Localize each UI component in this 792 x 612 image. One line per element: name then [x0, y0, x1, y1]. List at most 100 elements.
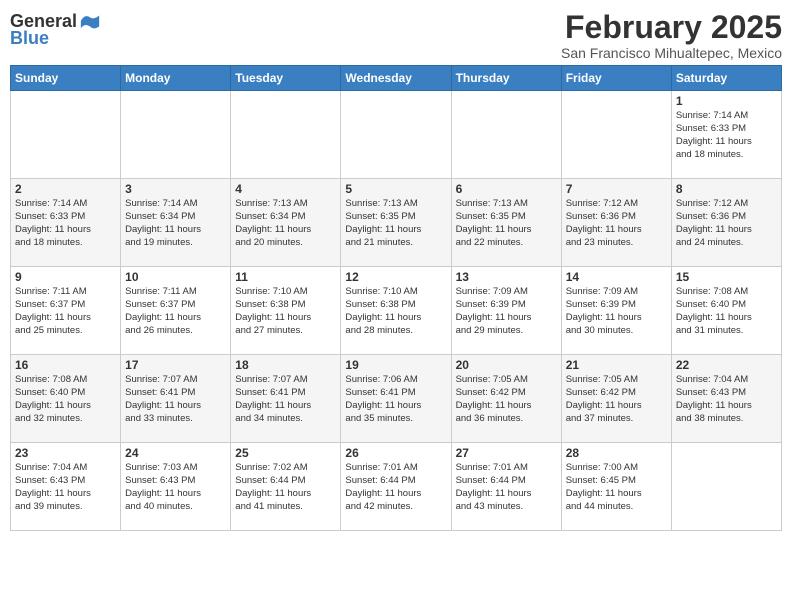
calendar-cell: 28 Sunrise: 7:00 AM Sunset: 6:45 PM Dayli…: [561, 443, 671, 531]
calendar-cell: 5 Sunrise: 7:13 AM Sunset: 6:35 PM Daylig…: [341, 179, 451, 267]
day-info: Sunrise: 7:00 AM Sunset: 6:45 PM Dayligh…: [566, 462, 667, 513]
day-info: Sunrise: 7:10 AM Sunset: 6:38 PM Dayligh…: [235, 286, 336, 337]
logo: General Blue: [10, 10, 101, 49]
day-info: Sunrise: 7:01 AM Sunset: 6:44 PM Dayligh…: [345, 462, 446, 513]
calendar-cell: 2Sunrise: 7:14 AM Sunset: 6:33 PM Daylig…: [11, 179, 121, 267]
day-number: 2: [15, 182, 116, 196]
calendar-cell: 14 Sunrise: 7:09 AM Sunset: 6:39 PM Dayli…: [561, 267, 671, 355]
calendar-cell: 7 Sunrise: 7:12 AM Sunset: 6:36 PM Daylig…: [561, 179, 671, 267]
day-info: Sunrise: 7:11 AM Sunset: 6:37 PM Dayligh…: [15, 286, 116, 337]
day-number: 20: [456, 358, 557, 372]
calendar-cell: 20Sunrise: 7:05 AM Sunset: 6:42 PM Dayli…: [451, 355, 561, 443]
day-number: 28: [566, 446, 667, 460]
day-info: Sunrise: 7:13 AM Sunset: 6:34 PM Dayligh…: [235, 198, 336, 249]
calendar-week-3: 9 Sunrise: 7:11 AM Sunset: 6:37 PM Daylig…: [11, 267, 782, 355]
calendar-cell: [561, 91, 671, 179]
calendar-cell: 4 Sunrise: 7:13 AM Sunset: 6:34 PM Daylig…: [231, 179, 341, 267]
calendar-cell: 8 Sunrise: 7:12 AM Sunset: 6:36 PM Daylig…: [671, 179, 781, 267]
calendar-cell: [341, 91, 451, 179]
calendar-cell: 21 Sunrise: 7:05 AM Sunset: 6:42 PM Dayli…: [561, 355, 671, 443]
calendar-week-2: 2Sunrise: 7:14 AM Sunset: 6:33 PM Daylig…: [11, 179, 782, 267]
day-number: 6: [456, 182, 557, 196]
day-number: 7: [566, 182, 667, 196]
calendar-cell: [451, 91, 561, 179]
calendar-cell: 1 Sunrise: 7:14 AM Sunset: 6:33 PM Daylig…: [671, 91, 781, 179]
calendar-cell: 26 Sunrise: 7:01 AM Sunset: 6:44 PM Dayli…: [341, 443, 451, 531]
calendar-cell: 22 Sunrise: 7:04 AM Sunset: 6:43 PM Dayli…: [671, 355, 781, 443]
day-number: 14: [566, 270, 667, 284]
day-number: 9: [15, 270, 116, 284]
day-info: Sunrise: 7:03 AM Sunset: 6:43 PM Dayligh…: [125, 462, 226, 513]
day-number: 21: [566, 358, 667, 372]
calendar-cell: [231, 91, 341, 179]
calendar-cell: 3 Sunrise: 7:14 AM Sunset: 6:34 PM Daylig…: [121, 179, 231, 267]
calendar-cell: 9 Sunrise: 7:11 AM Sunset: 6:37 PM Daylig…: [11, 267, 121, 355]
day-number: 25: [235, 446, 336, 460]
day-info: Sunrise: 7:05 AM Sunset: 6:42 PM Dayligh…: [566, 374, 667, 425]
calendar-week-4: 16Sunrise: 7:08 AM Sunset: 6:40 PM Dayli…: [11, 355, 782, 443]
month-title: February 2025: [561, 10, 782, 45]
day-number: 24: [125, 446, 226, 460]
logo-text-blue: Blue: [10, 28, 49, 49]
day-number: 13: [456, 270, 557, 284]
day-info: Sunrise: 7:09 AM Sunset: 6:39 PM Dayligh…: [456, 286, 557, 337]
day-info: Sunrise: 7:04 AM Sunset: 6:43 PM Dayligh…: [15, 462, 116, 513]
calendar-cell: 11Sunrise: 7:10 AM Sunset: 6:38 PM Dayli…: [231, 267, 341, 355]
calendar-week-5: 23 Sunrise: 7:04 AM Sunset: 6:43 PM Dayli…: [11, 443, 782, 531]
day-number: 23: [15, 446, 116, 460]
day-number: 4: [235, 182, 336, 196]
calendar-cell: 16Sunrise: 7:08 AM Sunset: 6:40 PM Dayli…: [11, 355, 121, 443]
calendar-table: SundayMondayTuesdayWednesdayThursdayFrid…: [10, 65, 782, 531]
calendar-cell: 17 Sunrise: 7:07 AM Sunset: 6:41 PM Dayli…: [121, 355, 231, 443]
day-info: Sunrise: 7:02 AM Sunset: 6:44 PM Dayligh…: [235, 462, 336, 513]
day-number: 10: [125, 270, 226, 284]
calendar-cell: [671, 443, 781, 531]
day-info: Sunrise: 7:13 AM Sunset: 6:35 PM Dayligh…: [456, 198, 557, 249]
calendar-cell: [121, 91, 231, 179]
calendar-cell: 15 Sunrise: 7:08 AM Sunset: 6:40 PM Dayli…: [671, 267, 781, 355]
day-info: Sunrise: 7:04 AM Sunset: 6:43 PM Dayligh…: [676, 374, 777, 425]
calendar-cell: 27 Sunrise: 7:01 AM Sunset: 6:44 PM Dayli…: [451, 443, 561, 531]
weekday-header-friday: Friday: [561, 66, 671, 91]
day-number: 1: [676, 94, 777, 108]
weekday-header-sunday: Sunday: [11, 66, 121, 91]
day-number: 17: [125, 358, 226, 372]
day-number: 19: [345, 358, 446, 372]
day-number: 15: [676, 270, 777, 284]
calendar-cell: 10Sunrise: 7:11 AM Sunset: 6:37 PM Dayli…: [121, 267, 231, 355]
calendar-cell: 19Sunrise: 7:06 AM Sunset: 6:41 PM Dayli…: [341, 355, 451, 443]
day-number: 26: [345, 446, 446, 460]
weekday-header-monday: Monday: [121, 66, 231, 91]
weekday-header-thursday: Thursday: [451, 66, 561, 91]
logo-icon: [79, 10, 101, 32]
day-number: 8: [676, 182, 777, 196]
day-info: Sunrise: 7:12 AM Sunset: 6:36 PM Dayligh…: [566, 198, 667, 249]
title-block: February 2025 San Francisco Mihualtepec,…: [561, 10, 782, 61]
day-info: Sunrise: 7:10 AM Sunset: 6:38 PM Dayligh…: [345, 286, 446, 337]
day-info: Sunrise: 7:14 AM Sunset: 6:33 PM Dayligh…: [676, 110, 777, 161]
day-number: 22: [676, 358, 777, 372]
day-info: Sunrise: 7:08 AM Sunset: 6:40 PM Dayligh…: [15, 374, 116, 425]
calendar-cell: 23 Sunrise: 7:04 AM Sunset: 6:43 PM Dayli…: [11, 443, 121, 531]
calendar-cell: 18 Sunrise: 7:07 AM Sunset: 6:41 PM Dayli…: [231, 355, 341, 443]
day-info: Sunrise: 7:01 AM Sunset: 6:44 PM Dayligh…: [456, 462, 557, 513]
page-header: General Blue February 2025 San Francisco…: [10, 10, 782, 61]
day-info: Sunrise: 7:07 AM Sunset: 6:41 PM Dayligh…: [125, 374, 226, 425]
day-info: Sunrise: 7:13 AM Sunset: 6:35 PM Dayligh…: [345, 198, 446, 249]
location-subtitle: San Francisco Mihualtepec, Mexico: [561, 45, 782, 61]
calendar-header-row: SundayMondayTuesdayWednesdayThursdayFrid…: [11, 66, 782, 91]
day-number: 27: [456, 446, 557, 460]
day-info: Sunrise: 7:08 AM Sunset: 6:40 PM Dayligh…: [676, 286, 777, 337]
day-info: Sunrise: 7:07 AM Sunset: 6:41 PM Dayligh…: [235, 374, 336, 425]
day-info: Sunrise: 7:14 AM Sunset: 6:34 PM Dayligh…: [125, 198, 226, 249]
day-info: Sunrise: 7:09 AM Sunset: 6:39 PM Dayligh…: [566, 286, 667, 337]
day-number: 18: [235, 358, 336, 372]
day-number: 5: [345, 182, 446, 196]
calendar-cell: 24 Sunrise: 7:03 AM Sunset: 6:43 PM Dayli…: [121, 443, 231, 531]
day-number: 3: [125, 182, 226, 196]
calendar-cell: 12Sunrise: 7:10 AM Sunset: 6:38 PM Dayli…: [341, 267, 451, 355]
day-info: Sunrise: 7:12 AM Sunset: 6:36 PM Dayligh…: [676, 198, 777, 249]
calendar-cell: 13 Sunrise: 7:09 AM Sunset: 6:39 PM Dayli…: [451, 267, 561, 355]
weekday-header-wednesday: Wednesday: [341, 66, 451, 91]
weekday-header-saturday: Saturday: [671, 66, 781, 91]
